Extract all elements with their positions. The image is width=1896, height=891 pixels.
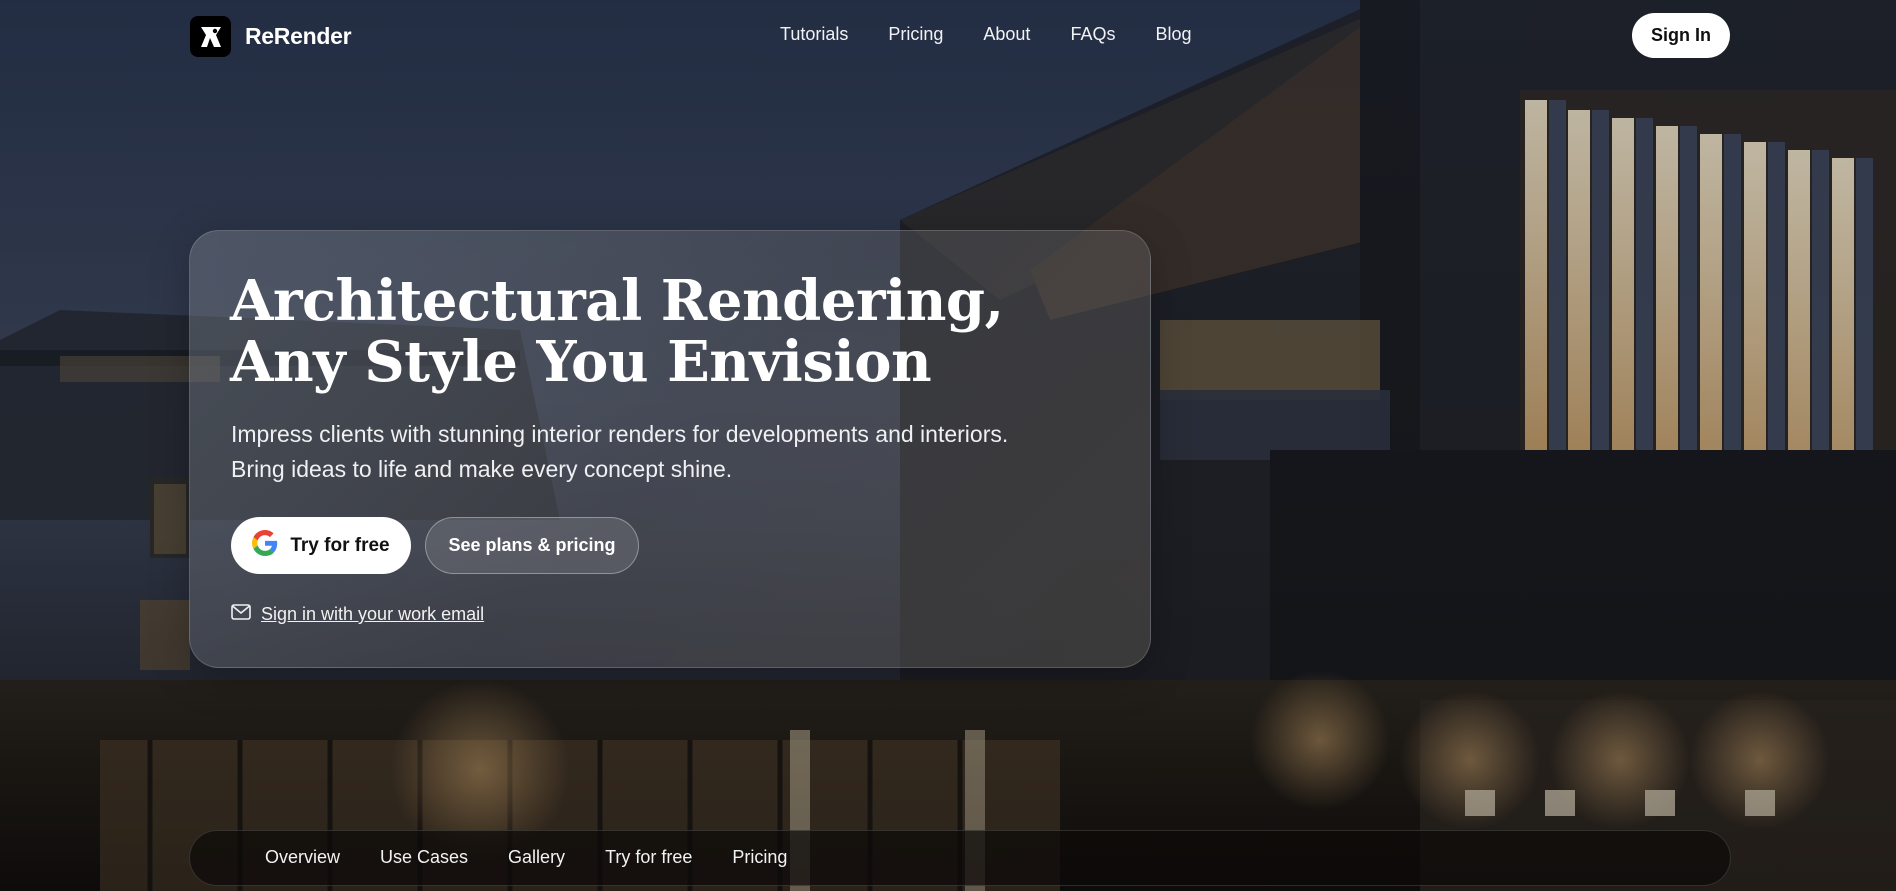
nav-link-about[interactable]: About xyxy=(983,24,1030,44)
brand-home-link[interactable]: ReRender xyxy=(190,16,352,57)
google-icon xyxy=(252,529,278,562)
work-email-signin-link[interactable]: Sign in with your work email xyxy=(231,604,484,625)
hero-title-line-2: Any Style You Envision xyxy=(230,329,932,395)
section-link-gallery[interactable]: Gallery xyxy=(508,847,565,867)
hero-title: Architectural Rendering, Any Style You E… xyxy=(230,271,1004,393)
sign-in-button[interactable]: Sign In xyxy=(1632,13,1730,58)
section-link-use-cases[interactable]: Use Cases xyxy=(380,847,468,867)
primary-nav: Tutorials Pricing About FAQs Blog xyxy=(780,24,1191,45)
nav-link-faqs[interactable]: FAQs xyxy=(1070,24,1115,44)
mail-icon xyxy=(231,604,251,625)
hero-subtitle-line-2: Bring ideas to life and make every conce… xyxy=(231,456,733,482)
see-plans-pricing-button[interactable]: See plans & pricing xyxy=(425,517,639,574)
try-for-free-button[interactable]: Try for free xyxy=(231,517,411,574)
brand-name: ReRender xyxy=(245,23,352,49)
section-nav: Overview Use Cases Gallery Try for free … xyxy=(189,830,1731,886)
section-link-try-for-free[interactable]: Try for free xyxy=(605,847,692,867)
hero-card: Architectural Rendering, Any Style You E… xyxy=(189,230,1151,668)
hero-subtitle: Impress clients with stunning interior r… xyxy=(231,417,1008,487)
section-link-pricing[interactable]: Pricing xyxy=(732,847,787,867)
work-email-signin-label: Sign in with your work email xyxy=(261,604,485,624)
section-link-overview[interactable]: Overview xyxy=(265,847,340,867)
try-for-free-label: Try for free xyxy=(290,534,390,556)
nav-link-blog[interactable]: Blog xyxy=(1155,24,1191,44)
hero-subtitle-line-1: Impress clients with stunning interior r… xyxy=(231,421,1009,447)
top-navbar: ReRender Tutorials Pricing About FAQs Bl… xyxy=(0,0,1896,72)
rerender-logo-icon xyxy=(190,16,231,57)
nav-link-tutorials[interactable]: Tutorials xyxy=(780,24,848,44)
nav-link-pricing[interactable]: Pricing xyxy=(888,24,943,44)
hero-title-line-1: Architectural Rendering, xyxy=(230,268,1004,334)
